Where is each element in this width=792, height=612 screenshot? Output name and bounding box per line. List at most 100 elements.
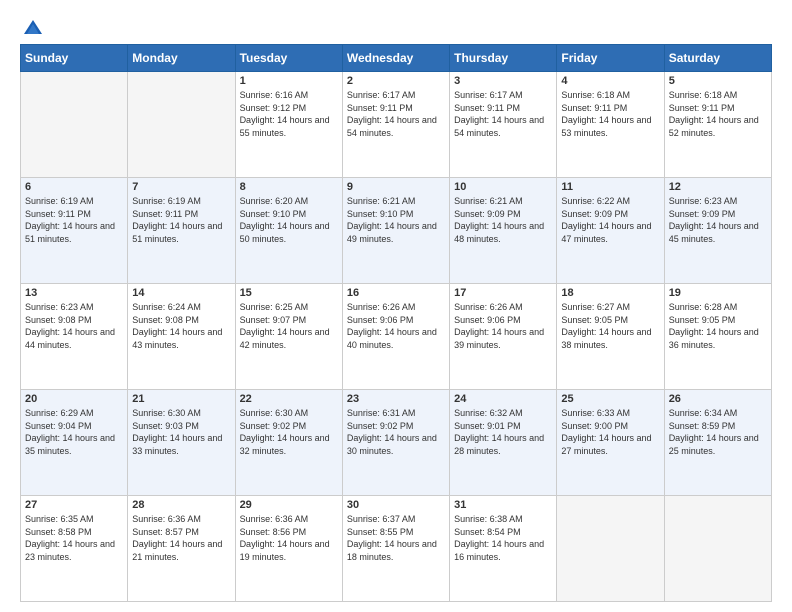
day-number: 28 (132, 499, 230, 511)
week-row-3: 13Sunrise: 6:23 AMSunset: 9:08 PMDayligh… (21, 284, 772, 390)
day-number: 9 (347, 181, 445, 193)
header (20, 18, 772, 34)
calendar-cell: 25Sunrise: 6:33 AMSunset: 9:00 PMDayligh… (557, 390, 664, 496)
day-number: 26 (669, 393, 767, 405)
logo-icon (22, 16, 44, 38)
day-number: 25 (561, 393, 659, 405)
day-info: Sunrise: 6:36 AMSunset: 8:56 PMDaylight:… (240, 513, 338, 563)
calendar-cell: 17 Sunrise: 6:26 AMSunset: 9:06 PMDayligh… (450, 284, 557, 390)
calendar-cell: 13Sunrise: 6:23 AMSunset: 9:08 PMDayligh… (21, 284, 128, 390)
day-info: Sunrise: 6:19 AMSunset: 9:11 PMDaylight:… (132, 195, 230, 245)
calendar-cell: 20Sunrise: 6:29 AMSunset: 9:04 PMDayligh… (21, 390, 128, 496)
calendar-cell: 1 Sunrise: 6:16 AMSunset: 9:12 PMDaylight… (235, 72, 342, 178)
day-number: 22 (240, 393, 338, 405)
day-info: Sunrise: 6:18 AMSunset: 9:11 PMDaylight:… (561, 89, 659, 139)
col-header-friday: Friday (557, 45, 664, 72)
day-number: 3 (454, 75, 552, 87)
calendar-cell (664, 496, 771, 602)
day-number: 5 (669, 75, 767, 87)
day-number: 6 (25, 181, 123, 193)
day-number: 29 (240, 499, 338, 511)
week-row-5: 27 Sunrise: 6:35 AMSunset: 8:58 PMDayligh… (21, 496, 772, 602)
day-number: 14 (132, 287, 230, 299)
calendar-cell (128, 72, 235, 178)
calendar-cell: 19 Sunrise: 6:28 AMSunset: 9:05 PMDayligh… (664, 284, 771, 390)
calendar-cell: 16Sunrise: 6:26 AMSunset: 9:06 PMDayligh… (342, 284, 449, 390)
day-number: 15 (240, 287, 338, 299)
week-row-2: 6 Sunrise: 6:19 AMSunset: 9:11 PMDaylight… (21, 178, 772, 284)
day-info: Sunrise: 6:30 AMSunset: 9:03 PMDaylight:… (132, 407, 230, 457)
day-info: Sunrise: 6:28 AMSunset: 9:05 PMDaylight:… (669, 301, 767, 351)
calendar-cell: 7 Sunrise: 6:19 AMSunset: 9:11 PMDaylight… (128, 178, 235, 284)
day-info: Sunrise: 6:23 AMSunset: 9:09 PMDaylight:… (669, 195, 767, 245)
col-header-tuesday: Tuesday (235, 45, 342, 72)
day-number: 19 (669, 287, 767, 299)
day-number: 23 (347, 393, 445, 405)
calendar-cell: 22 Sunrise: 6:30 AMSunset: 9:02 PMDayligh… (235, 390, 342, 496)
calendar-cell: 21Sunrise: 6:30 AMSunset: 9:03 PMDayligh… (128, 390, 235, 496)
day-info: Sunrise: 6:27 AMSunset: 9:05 PMDaylight:… (561, 301, 659, 351)
day-number: 12 (669, 181, 767, 193)
calendar-cell: 23 Sunrise: 6:31 AMSunset: 9:02 PMDayligh… (342, 390, 449, 496)
calendar-cell: 29 Sunrise: 6:36 AMSunset: 8:56 PMDayligh… (235, 496, 342, 602)
calendar-cell: 4 Sunrise: 6:18 AMSunset: 9:11 PMDaylight… (557, 72, 664, 178)
day-info: Sunrise: 6:32 AMSunset: 9:01 PMDaylight:… (454, 407, 552, 457)
col-header-wednesday: Wednesday (342, 45, 449, 72)
calendar-cell: 8Sunrise: 6:20 AMSunset: 9:10 PMDaylight… (235, 178, 342, 284)
day-info: Sunrise: 6:23 AMSunset: 9:08 PMDaylight:… (25, 301, 123, 351)
day-number: 4 (561, 75, 659, 87)
calendar-cell: 9 Sunrise: 6:21 AMSunset: 9:10 PMDaylight… (342, 178, 449, 284)
day-info: Sunrise: 6:35 AMSunset: 8:58 PMDaylight:… (25, 513, 123, 563)
day-info: Sunrise: 6:26 AMSunset: 9:06 PMDaylight:… (454, 301, 552, 351)
day-info: Sunrise: 6:29 AMSunset: 9:04 PMDaylight:… (25, 407, 123, 457)
day-info: Sunrise: 6:21 AMSunset: 9:09 PMDaylight:… (454, 195, 552, 245)
day-info: Sunrise: 6:25 AMSunset: 9:07 PMDaylight:… (240, 301, 338, 351)
calendar-cell: 30Sunrise: 6:37 AMSunset: 8:55 PMDayligh… (342, 496, 449, 602)
day-info: Sunrise: 6:36 AMSunset: 8:57 PMDaylight:… (132, 513, 230, 563)
day-info: Sunrise: 6:22 AMSunset: 9:09 PMDaylight:… (561, 195, 659, 245)
day-info: Sunrise: 6:37 AMSunset: 8:55 PMDaylight:… (347, 513, 445, 563)
calendar-cell: 31Sunrise: 6:38 AMSunset: 8:54 PMDayligh… (450, 496, 557, 602)
week-row-1: 1 Sunrise: 6:16 AMSunset: 9:12 PMDaylight… (21, 72, 772, 178)
day-number: 7 (132, 181, 230, 193)
col-header-monday: Monday (128, 45, 235, 72)
calendar-cell: 28 Sunrise: 6:36 AMSunset: 8:57 PMDayligh… (128, 496, 235, 602)
day-info: Sunrise: 6:30 AMSunset: 9:02 PMDaylight:… (240, 407, 338, 457)
day-number: 8 (240, 181, 338, 193)
calendar-cell: 26 Sunrise: 6:34 AMSunset: 8:59 PMDayligh… (664, 390, 771, 496)
day-number: 11 (561, 181, 659, 193)
page: SundayMondayTuesdayWednesdayThursdayFrid… (0, 0, 792, 612)
logo (20, 18, 44, 34)
calendar-cell: 10 Sunrise: 6:21 AMSunset: 9:09 PMDayligh… (450, 178, 557, 284)
day-info: Sunrise: 6:17 AMSunset: 9:11 PMDaylight:… (454, 89, 552, 139)
day-number: 2 (347, 75, 445, 87)
day-number: 17 (454, 287, 552, 299)
day-info: Sunrise: 6:19 AMSunset: 9:11 PMDaylight:… (25, 195, 123, 245)
calendar-cell: 3 Sunrise: 6:17 AMSunset: 9:11 PMDaylight… (450, 72, 557, 178)
calendar-table: SundayMondayTuesdayWednesdayThursdayFrid… (20, 44, 772, 602)
day-info: Sunrise: 6:31 AMSunset: 9:02 PMDaylight:… (347, 407, 445, 457)
calendar-cell (21, 72, 128, 178)
day-info: Sunrise: 6:16 AMSunset: 9:12 PMDaylight:… (240, 89, 338, 139)
calendar-cell: 6 Sunrise: 6:19 AMSunset: 9:11 PMDaylight… (21, 178, 128, 284)
calendar-cell: 18 Sunrise: 6:27 AMSunset: 9:05 PMDayligh… (557, 284, 664, 390)
day-info: Sunrise: 6:24 AMSunset: 9:08 PMDaylight:… (132, 301, 230, 351)
calendar-cell (557, 496, 664, 602)
calendar-cell: 14 Sunrise: 6:24 AMSunset: 9:08 PMDayligh… (128, 284, 235, 390)
day-number: 24 (454, 393, 552, 405)
day-number: 27 (25, 499, 123, 511)
day-number: 16 (347, 287, 445, 299)
day-info: Sunrise: 6:34 AMSunset: 8:59 PMDaylight:… (669, 407, 767, 457)
day-info: Sunrise: 6:38 AMSunset: 8:54 PMDaylight:… (454, 513, 552, 563)
day-number: 18 (561, 287, 659, 299)
day-number: 10 (454, 181, 552, 193)
col-header-sunday: Sunday (21, 45, 128, 72)
calendar-cell: 2Sunrise: 6:17 AMSunset: 9:11 PMDaylight… (342, 72, 449, 178)
week-row-4: 20Sunrise: 6:29 AMSunset: 9:04 PMDayligh… (21, 390, 772, 496)
day-info: Sunrise: 6:21 AMSunset: 9:10 PMDaylight:… (347, 195, 445, 245)
col-header-thursday: Thursday (450, 45, 557, 72)
calendar-cell: 24 Sunrise: 6:32 AMSunset: 9:01 PMDayligh… (450, 390, 557, 496)
col-header-saturday: Saturday (664, 45, 771, 72)
calendar-cell: 27 Sunrise: 6:35 AMSunset: 8:58 PMDayligh… (21, 496, 128, 602)
day-number: 1 (240, 75, 338, 87)
